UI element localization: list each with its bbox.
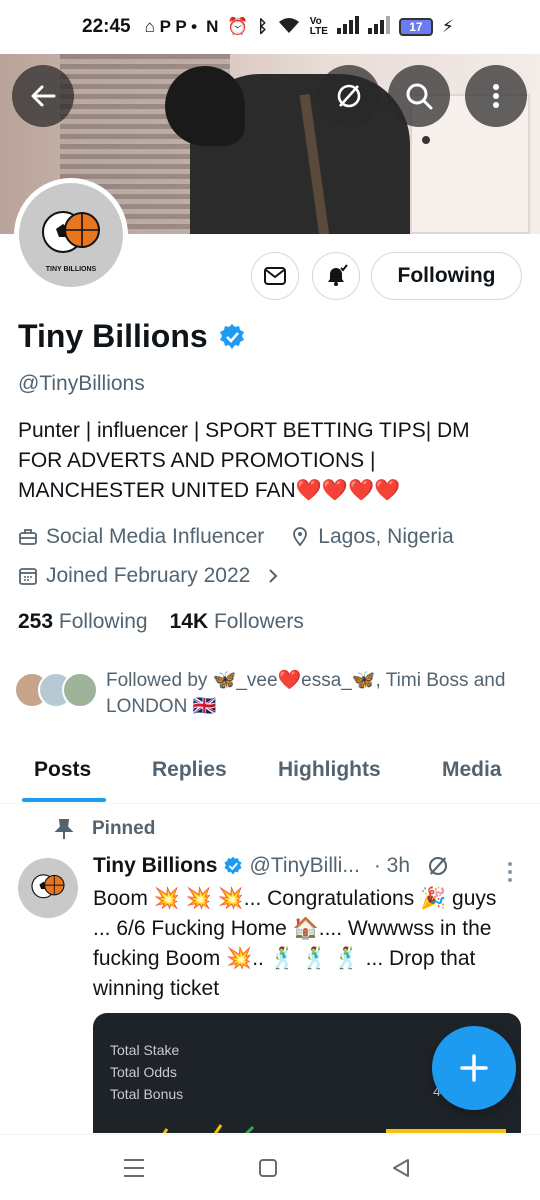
status-bar: 22:45 ⌂ P P • N ⏰ ᛒ Vo LTE 17 ⚡: [0, 0, 540, 54]
post-text: Boom 💥 💥 💥... Congratulations 🎉 guys ...…: [93, 887, 497, 1000]
post-author-name[interactable]: Tiny Billions: [93, 854, 217, 878]
notification-icons: ⌂ P P •: [144, 17, 198, 36]
ticket-rows: Total Stake Total Odds Total Bonus: [110, 1039, 183, 1105]
recents-icon[interactable]: [122, 1157, 146, 1179]
signal-icon: [336, 15, 359, 39]
followers-stat[interactable]: 14K Followers: [170, 610, 304, 634]
profile-meta-row: Social Media Influencer Lagos, Nigeria: [18, 525, 454, 549]
location-pin-icon: [293, 527, 308, 547]
profile-stats: 253 Following 14K Followers: [18, 610, 304, 634]
profile-name: Tiny Billions: [18, 318, 208, 354]
back-nav-icon[interactable]: [390, 1157, 412, 1179]
ticket-yellow-bar: [386, 1129, 506, 1133]
ball-logo-icon: [31, 874, 65, 899]
home-icon[interactable]: [257, 1157, 279, 1179]
followed-by-text: Followed by 🦋_vee❤️essa_🦋, Timi Boss and…: [106, 670, 506, 717]
bell-check-icon: [328, 264, 348, 286]
verified-badge-icon: [219, 323, 244, 349]
verified-badge-icon: [224, 856, 243, 875]
volte-icon: Vo LTE: [309, 16, 328, 37]
grok-button[interactable]: [318, 65, 380, 127]
wifi-icon: [277, 16, 301, 39]
compose-post-button[interactable]: [432, 1026, 516, 1110]
following-count: 253: [18, 610, 54, 633]
more-vertical-icon: [493, 84, 499, 108]
tab-highlights[interactable]: Highlights: [278, 758, 381, 782]
banner-person-head: [165, 66, 245, 146]
battery-icon: 17: [398, 18, 433, 36]
alarm-icon: ⏰: [227, 17, 249, 36]
ticket-total-bonus: Total Bonus: [110, 1086, 184, 1102]
post-header: Tiny Billions @TinyBilli... · 3h: [93, 854, 450, 878]
post-time: · 3h: [373, 854, 411, 877]
pinned-indicator: Pinned: [54, 818, 155, 840]
profile-avatar[interactable]: TINY BILLIONS: [14, 178, 128, 292]
following-label: Following: [58, 610, 148, 633]
calendar-icon: [19, 568, 37, 585]
profile-joined-row[interactable]: Joined February 2022: [18, 564, 280, 588]
tab-replies[interactable]: Replies: [152, 758, 227, 782]
message-button[interactable]: [251, 252, 299, 300]
followed-by-row[interactable]: Followed by 🦋_vee❤️essa_🦋, Timi Boss and…: [14, 668, 526, 720]
search-icon: [406, 83, 433, 110]
grok-slash-icon: [337, 84, 361, 108]
profile-joined: Joined February 2022: [46, 564, 251, 587]
avatar-logo: TINY BILLIONS: [19, 183, 123, 287]
profile-handle: @TinyBillions: [18, 372, 145, 395]
following-stat[interactable]: 253 Following: [18, 610, 148, 634]
following-button[interactable]: Following: [371, 252, 522, 300]
avatar-caption: TINY BILLIONS: [45, 266, 97, 273]
arrow-left-icon: [31, 85, 56, 107]
search-button[interactable]: [388, 65, 450, 127]
status-time: 22:45: [82, 16, 131, 37]
charging-icon: ⚡: [441, 17, 454, 36]
back-button[interactable]: [12, 65, 74, 127]
briefcase-icon: [19, 529, 37, 545]
signal-icon-2: [367, 15, 390, 39]
followed-by-avatars: [14, 672, 98, 708]
pinned-label: Pinned: [92, 818, 156, 839]
bluetooth-icon: ᛒ: [257, 17, 268, 36]
avatar: [62, 672, 98, 708]
more-vertical-icon: [508, 862, 512, 882]
system-nav-bar: [0, 1134, 540, 1200]
tab-media[interactable]: Media: [442, 758, 502, 782]
more-button[interactable]: [465, 65, 527, 127]
ticket-total-stake: Total Stake: [110, 1042, 180, 1058]
grok-slash-icon[interactable]: [426, 854, 450, 878]
active-tab-indicator: [22, 798, 106, 802]
followers-count: 14K: [169, 610, 209, 633]
post-author-avatar[interactable]: [18, 858, 78, 918]
profile-name-row: Tiny Billions: [18, 318, 246, 355]
profile-tabs: Posts Replies Highlights Media: [0, 742, 540, 804]
status-icons: ⌂ P P • N ⏰ ᛒ Vo LTE 17 ⚡: [144, 15, 454, 39]
profile-category: Social Media Influencer: [46, 525, 265, 548]
tab-posts[interactable]: Posts: [34, 758, 91, 782]
ticket-total-odds: Total Odds: [110, 1064, 177, 1080]
profile-location: Lagos, Nigeria: [318, 525, 454, 548]
mail-icon: [264, 267, 286, 285]
confetti-decoration: [162, 1124, 255, 1133]
nfc-icon: N: [206, 17, 219, 36]
pin-icon: [54, 819, 74, 839]
ball-logo-icon: [42, 211, 100, 253]
post-author-handle[interactable]: @TinyBilli...: [249, 854, 359, 878]
followers-label: Followers: [213, 610, 304, 633]
chevron-right-icon: [269, 569, 278, 583]
profile-bio: Punter | influencer | SPORT BETTING TIPS…: [18, 419, 470, 502]
plus-icon: [460, 1054, 488, 1082]
notifications-button[interactable]: [312, 252, 360, 300]
